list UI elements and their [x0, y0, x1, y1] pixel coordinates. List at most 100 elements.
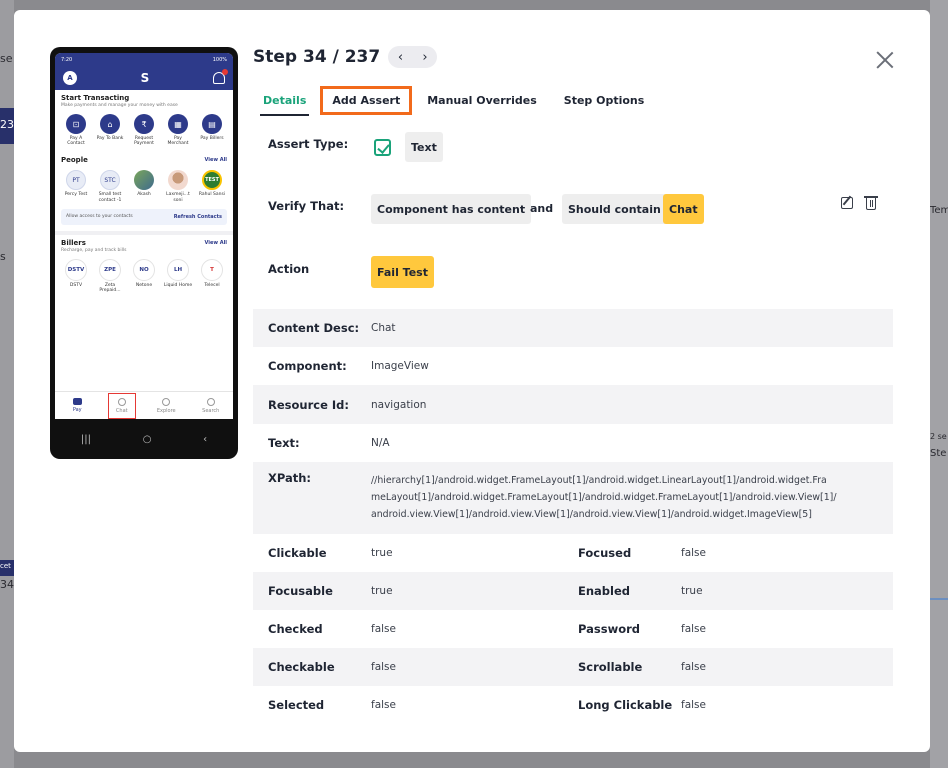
person-avatar — [134, 170, 154, 191]
xpath-line: android.view.View[1]/android.view.View[1… — [371, 509, 812, 520]
background-text: se — [0, 52, 13, 65]
verify-condition-chip[interactable]: Component has content — [371, 194, 532, 224]
back-icon: ‹ — [203, 433, 208, 445]
property-label: Focusable — [268, 584, 333, 598]
property-label: Long Clickable — [578, 698, 673, 712]
biller-label: Zeta Prepaid... — [99, 282, 121, 293]
person-item: PT Percy Test — [61, 170, 91, 202]
person-label: Small test contact -1 — [98, 192, 122, 203]
step-header: Step 34 / 237 ‹ › — [253, 46, 438, 68]
biller-logo: NO — [133, 258, 155, 281]
person-avatar: PT — [66, 170, 86, 191]
transact-label: Pay Merchant — [167, 136, 189, 147]
people-section: People View All PT Percy Test STC Small te… — [55, 152, 233, 202]
recents-icon: ||| — [80, 433, 91, 445]
biller-item: T Telecel — [197, 258, 227, 293]
assert-type-row: Assert Type: Text — [253, 117, 893, 179]
person-avatar — [168, 170, 188, 191]
nav-label: Pay — [72, 407, 82, 413]
transact-icon: ▤ — [202, 114, 222, 134]
property-label: Password — [578, 622, 640, 636]
biller-label: Liquid Home — [163, 282, 193, 288]
wallet-icon — [72, 398, 82, 405]
action-chip[interactable]: Fail Test — [371, 256, 434, 288]
background-text: cet — [0, 562, 11, 570]
property-row: Focusable true Enabled true — [253, 572, 893, 610]
transact-icon: ▦ — [168, 114, 188, 134]
biller-item: ZPE Zeta Prepaid... — [95, 258, 125, 293]
verify-value-chip[interactable]: Chat — [663, 194, 704, 224]
home-icon: ○ — [142, 433, 152, 445]
assert-type-chip[interactable]: Text — [405, 132, 443, 162]
property-label: Scrollable — [578, 660, 643, 674]
transact-item: ▤ Pay Billers — [197, 114, 227, 146]
tab-bar: Details Add Assert Manual Overrides Step… — [253, 84, 644, 116]
xpath-value: //hierarchy[1]/android.widget.FrameLayou… — [371, 472, 837, 523]
property-label: Enabled — [578, 584, 631, 598]
transact-label: Pay A Contact — [67, 136, 85, 147]
biller-item: DSTV DSTV — [61, 258, 91, 293]
background-text: 2 se — [930, 432, 947, 441]
property-value: true — [371, 585, 393, 597]
property-value: false — [681, 661, 706, 673]
bell-icon — [213, 69, 228, 84]
trash-icon[interactable] — [864, 196, 878, 210]
billers-section: Billers View All Recharge, pay and track… — [55, 235, 233, 293]
content-desc-value: Chat — [371, 322, 396, 334]
verify-and-text: and — [530, 202, 554, 215]
nav-label: Search — [202, 407, 220, 414]
biller-logo: DSTV — [65, 258, 87, 281]
previous-step-button[interactable]: ‹ — [398, 50, 403, 65]
refresh-text: Allow access to your contacts — [66, 214, 133, 220]
biller-label: Netone — [135, 282, 153, 288]
background-text: 34 — [0, 578, 14, 591]
person-item: STC Small test contact -1 — [95, 170, 125, 203]
property-label: Checkable — [268, 660, 335, 674]
xpath-row: XPath: //hierarchy[1]/android.widget.Fra… — [253, 462, 893, 534]
device-screenshot: 7:20 100% A S Start Transacting Make pay… — [50, 47, 238, 459]
action-row: Action Fail Test — [253, 241, 893, 309]
property-row: Clickable true Focused false — [253, 534, 893, 572]
component-row: Component: ImageView — [253, 347, 893, 385]
person-label: Percy Test — [64, 192, 88, 198]
tab-add-assert[interactable]: Add Assert — [320, 85, 413, 115]
next-step-button[interactable]: › — [422, 50, 427, 65]
biller-item: LH Liquid Home — [163, 258, 193, 293]
person-item: Akash — [129, 170, 159, 202]
component-value: ImageView — [371, 360, 429, 372]
background-right-strip — [930, 0, 948, 768]
nav-explore: Explore — [152, 393, 180, 419]
notification-dot — [222, 69, 228, 75]
property-value: false — [371, 623, 396, 635]
property-value: false — [681, 623, 706, 635]
person-item: TEST Rahul Sansi — [197, 170, 227, 202]
step-details-modal: 7:20 100% A S Start Transacting Make pay… — [14, 10, 930, 752]
tab-details[interactable]: Details — [259, 88, 310, 116]
property-label: Focused — [578, 546, 632, 560]
nav-search: Search — [197, 393, 225, 419]
status-time: 7:20 — [61, 56, 73, 63]
tab-manual-overrides[interactable]: Manual Overrides — [427, 88, 537, 113]
nav-label: Chat — [115, 407, 128, 414]
checkbox-icon — [374, 139, 391, 156]
device-screen: 7:20 100% A S Start Transacting Make pay… — [55, 53, 233, 419]
person-label: Akash — [137, 192, 151, 198]
nav-chat-highlighted: Chat — [107, 392, 136, 419]
xpath-line: meLayout[1]/android.widget.FrameLayout[1… — [371, 492, 837, 503]
app-logo: S — [140, 71, 150, 85]
start-title: Start Transacting — [61, 94, 130, 102]
verify-operator-chip[interactable]: Should contain — [562, 194, 667, 224]
person-label: Rahul Sansi — [198, 192, 226, 198]
step-navigation: ‹ › — [388, 46, 438, 68]
tab-step-options[interactable]: Step Options — [564, 88, 645, 113]
property-label: Selected — [268, 698, 325, 712]
close-icon[interactable] — [876, 51, 894, 69]
property-value: false — [371, 699, 396, 711]
person-item: Laxmeji...t soni — [163, 170, 193, 203]
details-panel: Assert Type: Text Verify That: Component… — [253, 117, 893, 724]
text-value: N/A — [371, 437, 390, 449]
background-text: Tem — [930, 205, 948, 216]
edit-icon[interactable] — [841, 197, 853, 209]
status-battery: 100% — [212, 56, 227, 63]
verify-row: Verify That: Component has content and S… — [253, 179, 893, 241]
